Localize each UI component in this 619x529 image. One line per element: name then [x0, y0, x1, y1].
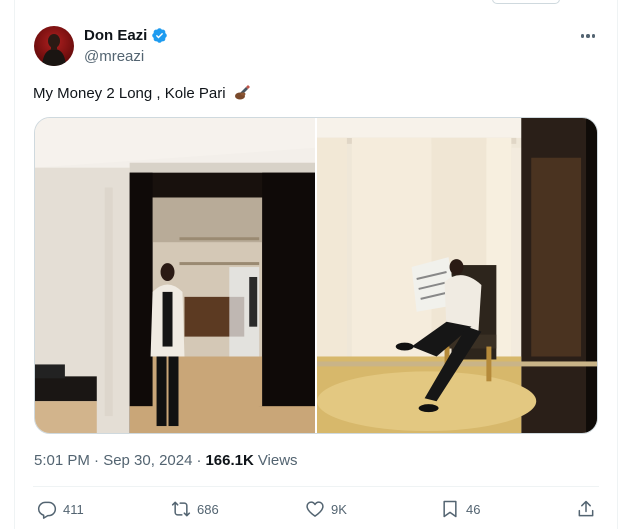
tweet-meta: 5:01 PM · Sep 30, 2024 · 166.1K Views [34, 452, 298, 469]
author-name-row[interactable]: Don Eazi [84, 27, 168, 44]
like-button[interactable]: 9K [305, 499, 347, 519]
bookmark-icon [443, 500, 457, 518]
heart-icon [306, 501, 324, 517]
verified-badge-icon [151, 27, 168, 44]
tweet-media[interactable] [34, 117, 598, 434]
bookmark-count: 46 [466, 501, 481, 517]
photo-chair-newspaper[interactable] [317, 118, 597, 433]
views-label: Views [257, 452, 298, 469]
timestamp[interactable]: 5:01 PM · Sep 30, 2024 [34, 452, 192, 469]
tweet-text: My Money 2 Long , Kole Pari [33, 83, 252, 105]
share-button[interactable] [576, 499, 596, 519]
author-handle[interactable]: @mreazi [84, 48, 144, 65]
repost-count: 686 [197, 501, 219, 517]
writing-hand-icon [234, 83, 252, 105]
bookmark-button[interactable]: 46 [440, 499, 480, 519]
photo-closet-doorway[interactable] [35, 118, 315, 433]
like-count: 9K [331, 501, 347, 517]
reply-icon [37, 501, 57, 519]
avatar[interactable] [34, 26, 74, 66]
tweet-text-content: My Money 2 Long , Kole Pari [33, 85, 226, 102]
avatar-image [42, 34, 66, 66]
tweet-actions: 411 686 9K 46 [33, 499, 601, 523]
display-name[interactable]: Don Eazi [84, 27, 147, 44]
repost-icon [171, 501, 191, 517]
more-options-icon[interactable] [577, 26, 599, 46]
divider [33, 486, 599, 487]
follow-button-edge[interactable] [492, 0, 560, 4]
views-count: 166.1K [205, 452, 254, 469]
meta-separator: · [196, 452, 202, 469]
repost-button[interactable]: 686 [171, 499, 219, 519]
share-icon [578, 500, 594, 517]
reply-count: 411 [63, 501, 84, 517]
reply-button[interactable]: 411 [37, 499, 84, 519]
